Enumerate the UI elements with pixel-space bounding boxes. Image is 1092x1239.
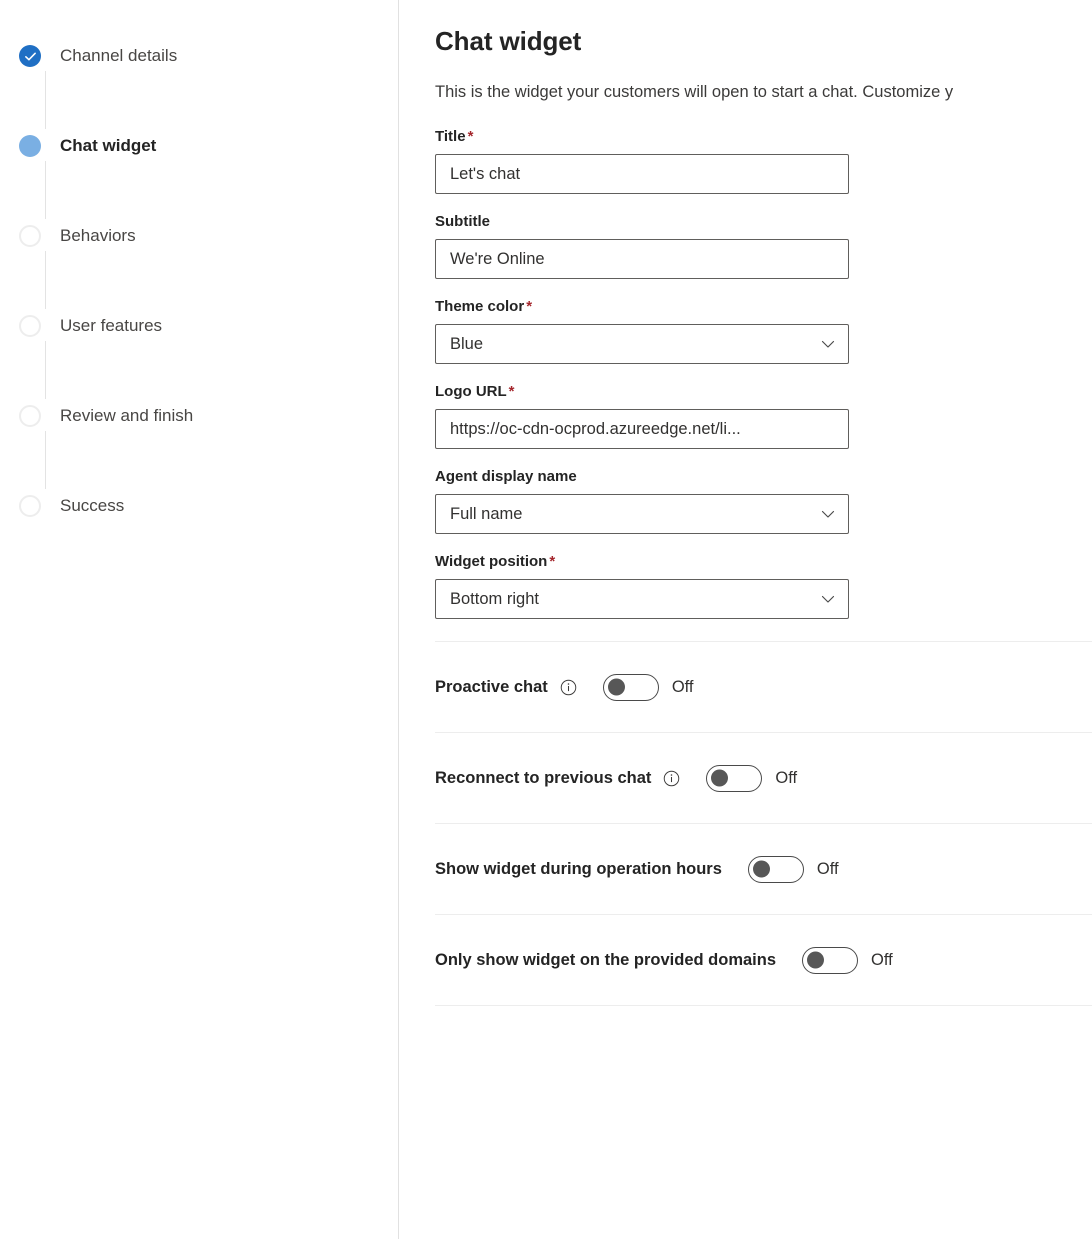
field-theme-color: Theme color * Blue xyxy=(435,296,1092,364)
toggle-label-reconnect-to-previous-chat: Reconnect to previous chat xyxy=(435,768,652,787)
empty-circle-icon xyxy=(19,315,41,337)
stepper-connector xyxy=(45,251,46,309)
stepper-connector xyxy=(45,71,46,129)
stepper-item-channel-details[interactable]: Channel details xyxy=(16,43,398,133)
toggle-state-only-show-widget-on-the-provided-domains: Off xyxy=(871,950,893,969)
toggle-row-only-show-widget-on-the-provided-domains: Only show widget on the provided domains… xyxy=(435,915,1092,1005)
field-logo-url: Logo URL * https://oc-cdn-ocprod.azureedge… xyxy=(435,381,1092,449)
input-subtitle[interactable]: We're Online xyxy=(435,239,849,279)
field-label-text: Widget position xyxy=(435,553,548,570)
field-label-text: Title xyxy=(435,128,466,145)
field-label-theme-color: Theme color * xyxy=(435,296,1092,318)
stepper-connector xyxy=(45,161,46,219)
stepper-connector xyxy=(45,341,46,399)
toggle-settings-section: Proactive chat Off Reconnect to previous c… xyxy=(435,641,1092,1006)
field-subtitle: Subtitle We're Online xyxy=(435,211,1092,279)
info-icon[interactable] xyxy=(560,679,577,696)
stepper-marker xyxy=(16,223,44,247)
page-title: Chat widget xyxy=(435,26,582,56)
field-label-text: Agent display name xyxy=(435,468,577,485)
toggle-knob xyxy=(711,769,729,787)
stepper-item-label: Channel details xyxy=(60,46,178,65)
page-description: This is the widget your customers will o… xyxy=(435,83,954,101)
stepper-marker xyxy=(16,43,44,67)
toggle-knob xyxy=(607,678,625,696)
required-asterisk: * xyxy=(549,553,556,570)
field-label-logo-url: Logo URL * xyxy=(435,381,1092,403)
select-widget-position[interactable]: Bottom right xyxy=(435,579,849,619)
check-icon xyxy=(19,45,41,67)
stepper-connector xyxy=(45,431,46,489)
toggle-knob xyxy=(752,860,770,878)
field-label-text: Logo URL xyxy=(435,383,507,400)
filled-circle-icon xyxy=(19,135,41,157)
field-value-logo-url: https://oc-cdn-ocprod.azureedge.net/li..… xyxy=(450,420,741,438)
toggle-state-reconnect-to-previous-chat: Off xyxy=(775,768,798,787)
toggle-label-show-widget-during-operation-hours: Show widget during operation hours xyxy=(435,859,722,878)
toggle-row-show-widget-during-operation-hours: Show widget during operation hours Off xyxy=(435,824,1092,914)
input-logo-url[interactable]: https://oc-cdn-ocprod.azureedge.net/li..… xyxy=(435,409,849,449)
stepper-item-user-features[interactable]: User features xyxy=(16,313,398,403)
input-title[interactable]: Let's chat xyxy=(435,154,849,194)
toggle-row-reconnect-to-previous-chat: Reconnect to previous chat Off xyxy=(435,733,1092,823)
chevron-down-icon xyxy=(821,595,835,603)
empty-circle-icon xyxy=(19,495,41,517)
field-label-text: Subtitle xyxy=(435,213,490,230)
stepper-item-label: Success xyxy=(60,496,125,515)
form-fields: Title * Let's chat Subtitle We're Online Them… xyxy=(435,126,1092,619)
stepper-item-success[interactable]: Success xyxy=(16,493,398,519)
toggle-switch-proactive-chat[interactable] xyxy=(602,673,659,701)
info-icon[interactable] xyxy=(663,770,680,787)
section-divider xyxy=(435,1005,1092,1006)
field-label-agent-display-name: Agent display name xyxy=(435,466,1092,488)
stepper-item-label: Chat widget xyxy=(60,136,157,155)
field-title: Title * Let's chat xyxy=(435,126,1092,194)
stepper-marker xyxy=(16,313,44,337)
field-label-text: Theme color xyxy=(435,298,525,315)
stepper-item-label: Behaviors xyxy=(60,226,136,245)
empty-circle-icon xyxy=(19,225,41,247)
toggle-row-proactive-chat: Proactive chat Off xyxy=(435,642,1092,732)
field-label-title: Title * xyxy=(435,126,1092,148)
stepper-marker xyxy=(16,133,44,157)
chevron-down-icon xyxy=(821,510,835,518)
stepper-item-chat-widget[interactable]: Chat widget xyxy=(16,133,398,223)
chevron-down-icon xyxy=(821,340,835,348)
stepper-item-label: User features xyxy=(60,316,163,335)
toggle-switch-show-widget-during-operation-hours[interactable] xyxy=(747,855,804,883)
required-asterisk: * xyxy=(526,298,533,315)
required-asterisk: * xyxy=(508,383,515,400)
stepper-item-behaviors[interactable]: Behaviors xyxy=(16,223,398,313)
chat-widget-form-panel: Chat widget This is the widget your cust… xyxy=(399,0,1092,1239)
stepper-item-review-and-finish[interactable]: Review and finish xyxy=(16,403,398,493)
field-value-theme-color: Blue xyxy=(450,335,484,353)
field-agent-display-name: Agent display name Full name xyxy=(435,466,1092,534)
field-value-agent-display-name: Full name xyxy=(450,505,523,523)
toggle-knob xyxy=(807,951,825,969)
select-theme-color[interactable]: Blue xyxy=(435,324,849,364)
field-value-subtitle: We're Online xyxy=(450,250,545,268)
field-value-title: Let's chat xyxy=(450,165,521,183)
stepper-item-label: Review and finish xyxy=(60,406,194,425)
required-asterisk: * xyxy=(467,128,474,145)
toggle-state-show-widget-during-operation-hours: Off xyxy=(816,859,839,878)
field-label-subtitle: Subtitle xyxy=(435,211,1092,233)
toggle-switch-only-show-widget-on-the-provided-domains[interactable] xyxy=(802,946,859,974)
field-label-widget-position: Widget position * xyxy=(435,551,1092,573)
toggle-switch-reconnect-to-previous-chat[interactable] xyxy=(706,764,763,792)
wizard-stepper-sidebar: Channel details Chat widget Behaviors User … xyxy=(0,0,399,1239)
toggle-label-proactive-chat: Proactive chat xyxy=(435,677,548,696)
empty-circle-icon xyxy=(19,405,41,427)
stepper-marker xyxy=(16,493,44,517)
stepper-marker xyxy=(16,403,44,427)
toggle-state-proactive-chat: Off xyxy=(671,677,694,696)
wizard-page: Channel details Chat widget Behaviors User … xyxy=(0,0,1092,1239)
toggle-label-only-show-widget-on-the-provided-domains: Only show widget on the provided domains xyxy=(435,950,777,969)
field-value-widget-position: Bottom right xyxy=(450,590,539,608)
select-agent-display-name[interactable]: Full name xyxy=(435,494,849,534)
field-widget-position: Widget position * Bottom right xyxy=(435,551,1092,619)
stepper: Channel details Chat widget Behaviors User … xyxy=(0,0,398,519)
